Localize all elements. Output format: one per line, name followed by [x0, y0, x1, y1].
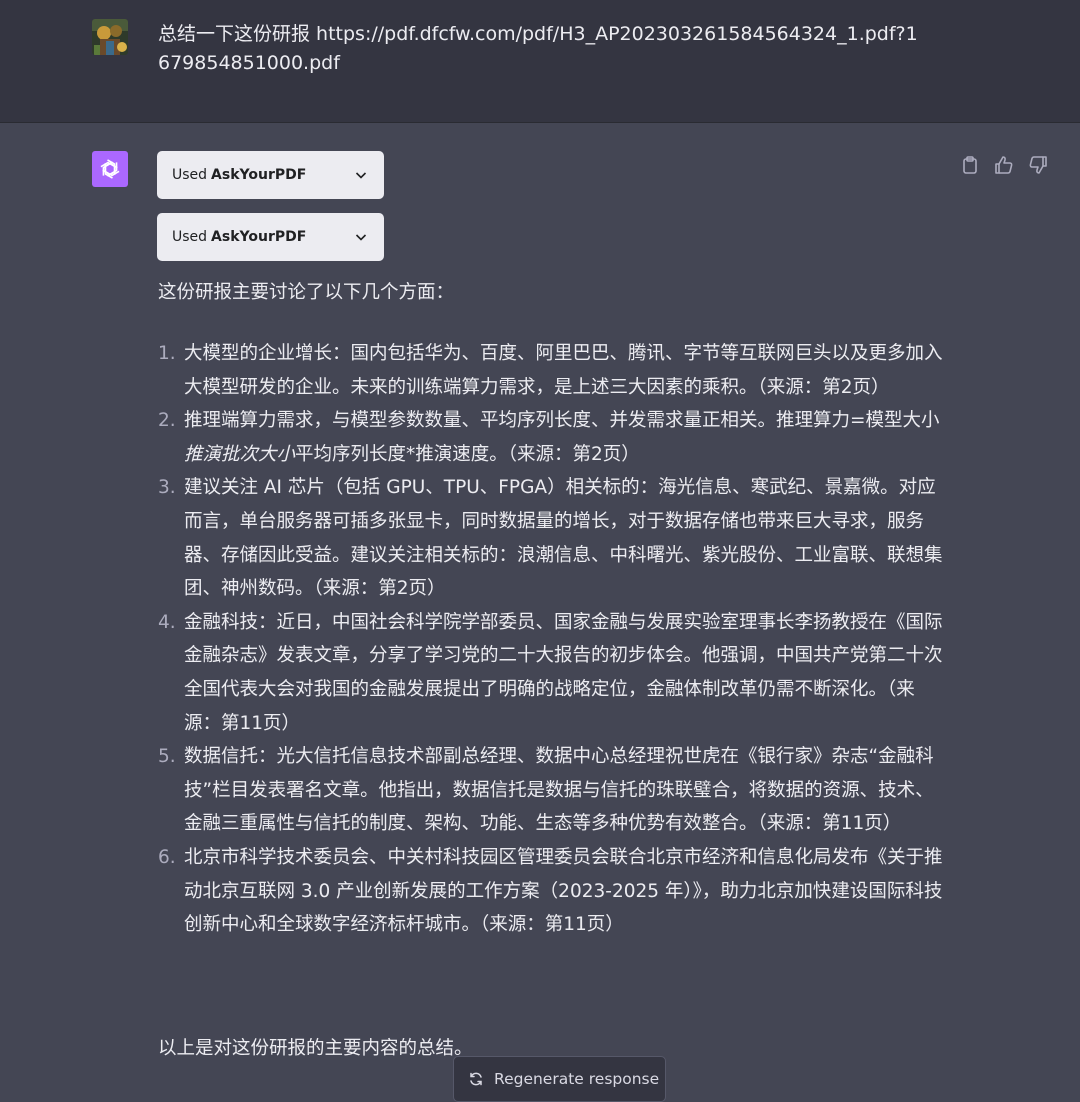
- assistant-outro-text: 以上是对这份研报的主要内容的总结。: [158, 1038, 473, 1059]
- list-item-text: 北京市科学技术委员会、中关村科技园区管理委员会联合北京市经济和信息化局发布《关于…: [184, 846, 943, 936]
- user-message-row: 总结一下这份研报 https://pdf.dfcfw.com/pdf/H3_AP…: [0, 0, 1080, 123]
- user-avatar: [92, 19, 128, 55]
- list-item: 4. 金融科技：近日，中国社会科学院学部委员、国家金融与发展实验室理事长李扬教授…: [158, 606, 948, 740]
- list-item-number: 4.: [158, 611, 176, 633]
- plugin-used-label: Used: [172, 229, 208, 245]
- list-item-text: 建议关注 AI 芯片（包括 GPU、TPU、FPGA）相关标的：海光信息、寒武纪…: [184, 477, 943, 600]
- list-item-text: 推理端算力需求，与模型参数数量、平均序列长度、并发需求量正相关。推理算力=模型大…: [184, 410, 940, 432]
- list-item-text: 金融科技：近日，中国社会科学院学部委员、国家金融与发展实验室理事长李扬教授在《国…: [184, 611, 943, 734]
- list-item-number: 2.: [158, 410, 176, 432]
- list-item: 1. 大模型的企业增长：国内包括华为、百度、阿里巴巴、腾讯、字节等互联网巨头以及…: [158, 337, 948, 404]
- thumbs-down-icon[interactable]: [1028, 155, 1048, 175]
- plugin-name: AskYourPDF: [211, 167, 307, 183]
- plugin-used-label: Used: [172, 167, 208, 183]
- list-item: 6. 北京市科学技术委员会、中关村科技园区管理委员会联合北京市经济和信息化局发布…: [158, 841, 948, 942]
- chatgpt-logo-icon: [92, 151, 128, 187]
- plugin-used-dropdown[interactable]: Used AskYourPDF: [157, 151, 384, 199]
- message-actions: [960, 155, 1048, 175]
- list-item-number: 5.: [158, 746, 176, 768]
- list-item: 5. 数据信托：光大信托信息技术部副总经理、数据中心总经理祝世虎在《银行家》杂志…: [158, 740, 948, 841]
- list-item-text: 数据信托：光大信托信息技术部副总经理、数据中心总经理祝世虎在《银行家》杂志“金融…: [184, 746, 934, 835]
- clipboard-icon[interactable]: [960, 155, 980, 175]
- chevron-down-icon: [355, 234, 367, 241]
- list-item-number: 1.: [158, 343, 176, 364]
- list-item-number: 6.: [158, 846, 176, 868]
- plugin-used-dropdown[interactable]: Used AskYourPDF: [157, 213, 384, 261]
- regenerate-response-label: Regenerate response: [494, 1070, 660, 1088]
- list-item-text: 大模型的企业增长：国内包括华为、百度、阿里巴巴、腾讯、字节等互联网巨头以及更多加…: [184, 343, 943, 398]
- assistant-intro-text: 这份研报主要讨论了以下几个方面：: [158, 282, 455, 303]
- regenerate-response-button[interactable]: Regenerate response: [453, 1056, 666, 1102]
- assistant-message-row: Used AskYourPDF Used AskYourPDF 这份研报主要讨论…: [0, 123, 1080, 1102]
- list-item-text-wrap: 推理端算力需求，与模型参数数量、平均序列长度、并发需求量正相关。推理算力=模型大…: [184, 404, 948, 471]
- summary-list: 1. 大模型的企业增长：国内包括华为、百度、阿里巴巴、腾讯、字节等互联网巨头以及…: [158, 337, 948, 942]
- list-item: 2. 推理端算力需求，与模型参数数量、平均序列长度、并发需求量正相关。推理算力=…: [158, 404, 948, 471]
- list-item-number: 3.: [158, 477, 176, 499]
- plugin-name: AskYourPDF: [211, 229, 307, 245]
- chevron-down-icon: [355, 172, 367, 179]
- list-item-emphasis: 推演批次大小: [184, 443, 296, 465]
- list-item: 3. 建议关注 AI 芯片（包括 GPU、TPU、FPGA）相关标的：海光信息、…: [158, 471, 948, 605]
- user-message-text: 总结一下这份研报 https://pdf.dfcfw.com/pdf/H3_AP…: [158, 23, 918, 74]
- list-item-text-tail: 平均序列长度*推演速度。（来源：第2页）: [295, 443, 640, 465]
- thumbs-up-icon[interactable]: [994, 155, 1014, 175]
